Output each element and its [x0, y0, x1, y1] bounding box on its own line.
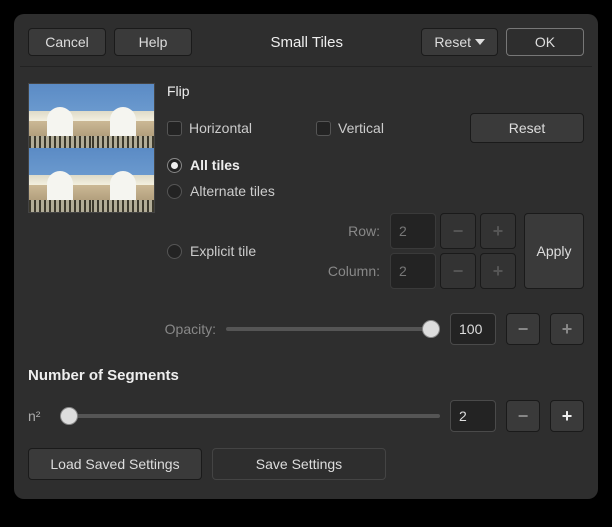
segments-input[interactable] [450, 400, 496, 432]
segments-heading: Number of Segments [28, 367, 584, 384]
segments-slider[interactable] [60, 406, 440, 426]
opacity-label: Opacity: [28, 321, 216, 337]
slider-thumb-icon [422, 320, 440, 338]
checkbox-icon [316, 121, 331, 136]
column-increment-button[interactable]: + [480, 253, 516, 289]
checkbox-icon [167, 121, 182, 136]
n-squared-label: n² [28, 408, 50, 424]
horizontal-checkbox[interactable]: Horizontal [167, 120, 252, 136]
alternate-tiles-label: Alternate tiles [190, 183, 275, 199]
column-label: Column: [328, 263, 386, 279]
all-tiles-label: All tiles [190, 157, 240, 173]
all-tiles-radio[interactable]: All tiles [167, 157, 584, 173]
radio-icon [167, 244, 182, 259]
radio-icon [167, 158, 182, 173]
vertical-label: Vertical [338, 120, 384, 136]
explicit-tile-label: Explicit tile [190, 243, 256, 259]
save-settings-button[interactable]: Save Settings [212, 448, 386, 480]
flip-reset-button[interactable]: Reset [470, 113, 584, 143]
segments-increment-button[interactable]: + [550, 400, 584, 432]
reset-label: Reset [434, 34, 471, 50]
dialog-content: Flip Horizontal Vertical Reset [20, 66, 592, 499]
column-decrement-button[interactable]: − [440, 253, 476, 289]
column-input[interactable] [390, 253, 436, 289]
small-tiles-dialog: Cancel Help Small Tiles Reset OK Flip Ho… [14, 14, 598, 499]
alternate-tiles-radio[interactable]: Alternate tiles [167, 183, 584, 199]
row-col-grid: Row: − + Column: − + [328, 213, 516, 289]
cancel-button[interactable]: Cancel [28, 28, 106, 56]
help-button[interactable]: Help [114, 28, 192, 56]
horizontal-label: Horizontal [189, 120, 252, 136]
dialog-header: Cancel Help Small Tiles Reset OK [14, 14, 598, 66]
segments-decrement-button[interactable]: − [506, 400, 540, 432]
preview-thumbnail [28, 83, 155, 213]
row-decrement-button[interactable]: − [440, 213, 476, 249]
opacity-input[interactable] [450, 313, 496, 345]
radio-icon [167, 184, 182, 199]
reset-menu-button[interactable]: Reset [421, 28, 498, 56]
opacity-row: Opacity: − + [28, 313, 584, 345]
explicit-tile-radio[interactable]: Explicit tile [167, 243, 256, 259]
flip-section: Flip Horizontal Vertical Reset [167, 83, 584, 289]
slider-thumb-icon [60, 407, 78, 425]
opacity-increment-button[interactable]: + [550, 313, 584, 345]
row-label: Row: [328, 223, 386, 239]
row-increment-button[interactable]: + [480, 213, 516, 249]
segments-section: Number of Segments n² − + [28, 367, 584, 432]
opacity-decrement-button[interactable]: − [506, 313, 540, 345]
footer-row: Load Saved Settings Save Settings [28, 448, 584, 480]
opacity-slider[interactable] [226, 319, 440, 339]
chevron-down-icon [475, 39, 485, 45]
ok-button[interactable]: OK [506, 28, 584, 56]
dialog-title: Small Tiles [200, 34, 413, 51]
vertical-checkbox[interactable]: Vertical [316, 120, 384, 136]
apply-button[interactable]: Apply [524, 213, 584, 289]
flip-heading: Flip [167, 83, 584, 99]
row-input[interactable] [390, 213, 436, 249]
load-settings-button[interactable]: Load Saved Settings [28, 448, 202, 480]
